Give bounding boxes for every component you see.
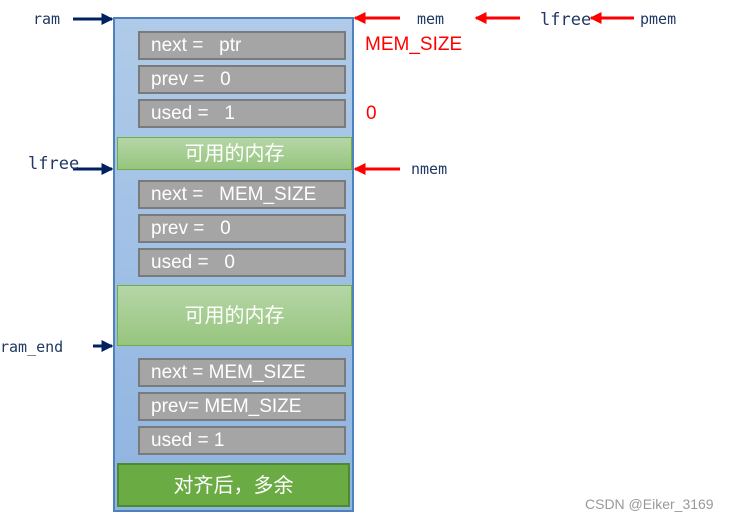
memory-heap: next = ptr prev = 0 used = 1 可用的内存 next …	[113, 17, 354, 512]
block2-prev: prev = 0	[138, 214, 346, 243]
watermark: CSDN @Eiker_3169	[585, 496, 714, 512]
lfree-top-label: lfree	[540, 10, 592, 30]
block3-next: next = MEM_SIZE	[138, 358, 346, 387]
zero-annotation: 0	[366, 103, 377, 124]
pointer-arrows	[73, 12, 634, 352]
block1-next: next = ptr	[138, 31, 346, 60]
ram-label: ram	[33, 10, 61, 28]
free-memory-2: 可用的内存	[117, 285, 352, 346]
block2-next: next = MEM_SIZE	[138, 180, 346, 209]
free-memory-1: 可用的内存	[117, 137, 352, 170]
aligned-extra: 对齐后，多余	[117, 463, 350, 507]
nmem-label: nmem	[411, 160, 448, 178]
pmem-label: pmem	[640, 10, 677, 28]
block1-used: used = 1	[138, 99, 346, 128]
block3-prev: prev= MEM_SIZE	[138, 392, 346, 421]
mem-label: mem	[417, 10, 445, 28]
lfree-left-label: lfree	[28, 154, 80, 174]
block3-used: used = 1	[138, 426, 346, 455]
mem-size-annotation: MEM_SIZE	[365, 34, 463, 55]
block2-used: used = 0	[138, 248, 346, 277]
block1-prev: prev = 0	[138, 65, 346, 94]
ram-end-label: ram_end	[0, 338, 64, 356]
